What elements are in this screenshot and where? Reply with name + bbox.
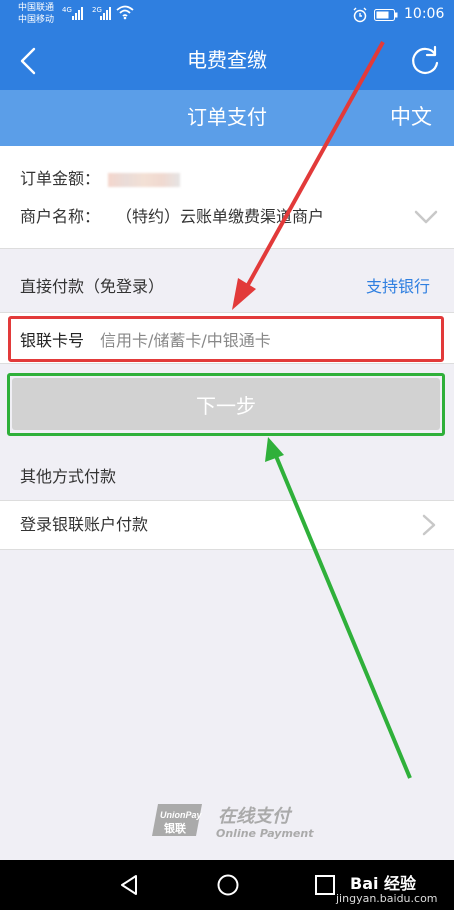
payment-header: 订单支付 中文 <box>0 90 454 146</box>
merchant-name-value: （特约）云账单缴费渠道商户 <box>116 207 325 226</box>
unionpay-logo: UnionPay 银联 <box>152 804 203 836</box>
svg-text:银联: 银联 <box>164 821 186 835</box>
carrier-labels: 中国联通 中国移动 <box>18 2 54 26</box>
card-number-label: 银联卡号 <box>20 331 85 350</box>
order-payment-title: 订单支付 <box>187 105 267 129</box>
chevron-right-icon <box>422 514 436 536</box>
nav-recent-apps-icon[interactable] <box>314 874 336 896</box>
order-amount-label: 订单金额： <box>20 169 101 188</box>
other-methods-label: 其他方式付款 <box>20 467 117 486</box>
red-arrowhead <box>232 278 256 310</box>
watermark-en: jingyan.baidu.com <box>336 892 438 905</box>
online-payment-cn: 在线支付 <box>218 806 290 827</box>
title-bar: 电费查缴 <box>0 32 454 90</box>
login-unionpay-option[interactable]: 登录银联账户付款 <box>0 500 454 550</box>
signal-bars-icon <box>72 7 83 20</box>
navigation-bar: Bai 经验 jingyan.baidu.com <box>0 860 454 910</box>
carrier-1: 中国联通 <box>18 3 55 13</box>
page-title: 电费查缴 <box>187 48 267 72</box>
next-step-button[interactable]: 下一步 <box>12 378 440 430</box>
green-arrowhead <box>265 437 284 462</box>
svg-text:UnionPay: UnionPay <box>160 810 203 820</box>
refresh-icon[interactable] <box>408 44 442 78</box>
merchant-name-label: 商户名称： <box>20 207 101 226</box>
clock: 10:06 <box>404 6 445 22</box>
alarm-icon <box>353 7 367 23</box>
signal-type-1: 4G <box>62 6 72 14</box>
language-toggle[interactable]: 中文 <box>390 103 432 131</box>
card-number-input[interactable] <box>100 326 420 354</box>
online-payment-en: Online Payment <box>216 827 314 840</box>
signal-bars-2-icon <box>100 7 111 20</box>
login-unionpay-label: 登录银联账户付款 <box>20 515 149 534</box>
battery-icon <box>374 9 398 21</box>
nav-home-icon[interactable] <box>216 873 240 897</box>
chevron-down-icon[interactable] <box>414 208 438 226</box>
order-amount-value-blurred <box>108 173 180 187</box>
status-bar: 中国联通 中国移动 4G 2G 10:06 <box>0 0 454 32</box>
supported-banks-link[interactable]: 支持银行 <box>366 276 430 298</box>
carrier-2: 中国移动 <box>18 15 55 25</box>
nav-back-icon[interactable] <box>118 873 142 897</box>
watermark-cn: Bai 经验 <box>350 874 417 893</box>
direct-pay-label: 直接付款（免登录） <box>20 277 165 296</box>
order-info-panel: 订单金额： 商户名称： （特约）云账单缴费渠道商户 <box>0 146 454 249</box>
wifi-icon <box>116 5 134 20</box>
